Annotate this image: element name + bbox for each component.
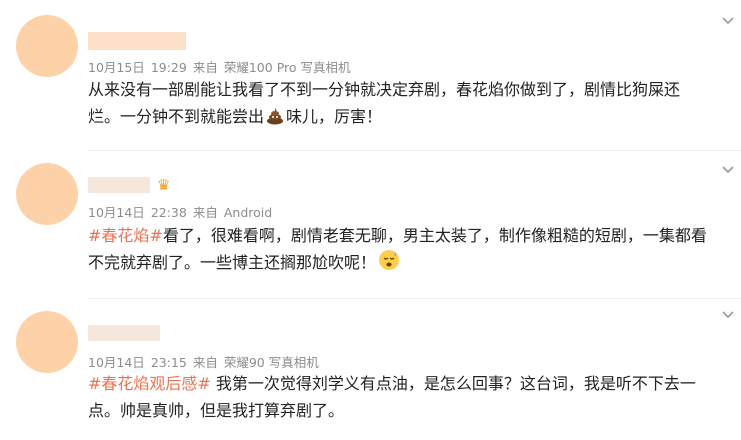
username-redacted[interactable]: [88, 177, 150, 193]
comment-line: #春花焰#看了，很难看啊，剧情老套无聊，男主太装了，制作像粗糙的短剧，一集都看: [88, 226, 707, 245]
comment-from: 来自: [192, 60, 218, 75]
comment-meta: 10月14日 22:38 来自 Android: [88, 202, 278, 221]
comment-time: 23:15: [150, 355, 187, 370]
comment-date: 10月14日: [88, 355, 145, 370]
comment-from: 来自: [192, 355, 218, 370]
comment-date: 10月15日: [88, 60, 145, 75]
topic-tag[interactable]: #春花焰观后感#: [88, 374, 211, 393]
comment-line: 不完就弃剧了。一些博主还搁那尬吹呢！: [88, 249, 728, 276]
comment-time: 22:38: [150, 205, 187, 220]
comment-line: #春花焰观后感# 我第一次觉得刘学义有点油，是怎么回事？这台词，我是听不下去一: [88, 374, 696, 393]
topic-tag[interactable]: #春花焰#: [88, 226, 163, 245]
avatar[interactable]: [16, 311, 78, 373]
avatar[interactable]: [16, 15, 78, 77]
comment-device: 荣耀90 写真相机: [223, 355, 319, 370]
comment-text: #春花焰#看了，很难看啊，剧情老套无聊，男主太装了，制作像粗糙的短剧，一集都看 …: [88, 222, 728, 276]
comment-device: Android: [223, 205, 273, 220]
username-redacted[interactable]: [88, 32, 186, 50]
comment-time: 19:29: [150, 60, 187, 75]
comment-device: 荣耀100 Pro 写真相机: [223, 60, 351, 75]
comment-line: 烂。一分钟不到就能尝出 味儿，厉害！: [88, 107, 383, 126]
sweat-emoji-icon: [379, 250, 400, 270]
comment-item: ♛ 10月14日 22:38 来自 Android #春花焰#看了，很难看啊，剧情老套…: [0, 150, 741, 298]
comment-line: 点。帅是真帅，但是我打算弃剧了。: [88, 401, 345, 420]
comment-from: 来自: [192, 205, 218, 220]
avatar[interactable]: [16, 163, 78, 225]
chevron-down-icon[interactable]: [721, 308, 735, 322]
crown-badge-icon: ♛: [157, 176, 171, 194]
poop-emoji-icon: [267, 108, 284, 125]
comment-line: 从来没有一部剧能让我看了不到一分钟就决定弃剧，春花焰你做到了，剧情比狗屎还: [88, 80, 681, 99]
comment-item: 10月15日 19:29 来自 荣耀100 Pro 写真相机 从来没有一部剧能让我看了…: [0, 0, 741, 150]
comment-text: 从来没有一部剧能让我看了不到一分钟就决定弃剧，春花焰你做到了，剧情比狗屎还 烂。…: [88, 76, 728, 130]
chevron-down-icon[interactable]: [721, 14, 735, 28]
comment-meta: 10月15日 19:29 来自 荣耀100 Pro 写真相机: [88, 57, 357, 76]
comment-text: #春花焰观后感# 我第一次觉得刘学义有点油，是怎么回事？这台词，我是听不下去一 …: [88, 370, 728, 424]
chevron-down-icon[interactable]: [721, 163, 735, 177]
comment-date: 10月14日: [88, 205, 145, 220]
comment-meta: 10月14日 23:15 来自 荣耀90 写真相机: [88, 352, 325, 371]
comment-item: 10月14日 23:15 来自 荣耀90 写真相机 #春花焰观后感# 我第一次觉得刘学…: [0, 298, 741, 440]
username-redacted[interactable]: [88, 325, 160, 341]
